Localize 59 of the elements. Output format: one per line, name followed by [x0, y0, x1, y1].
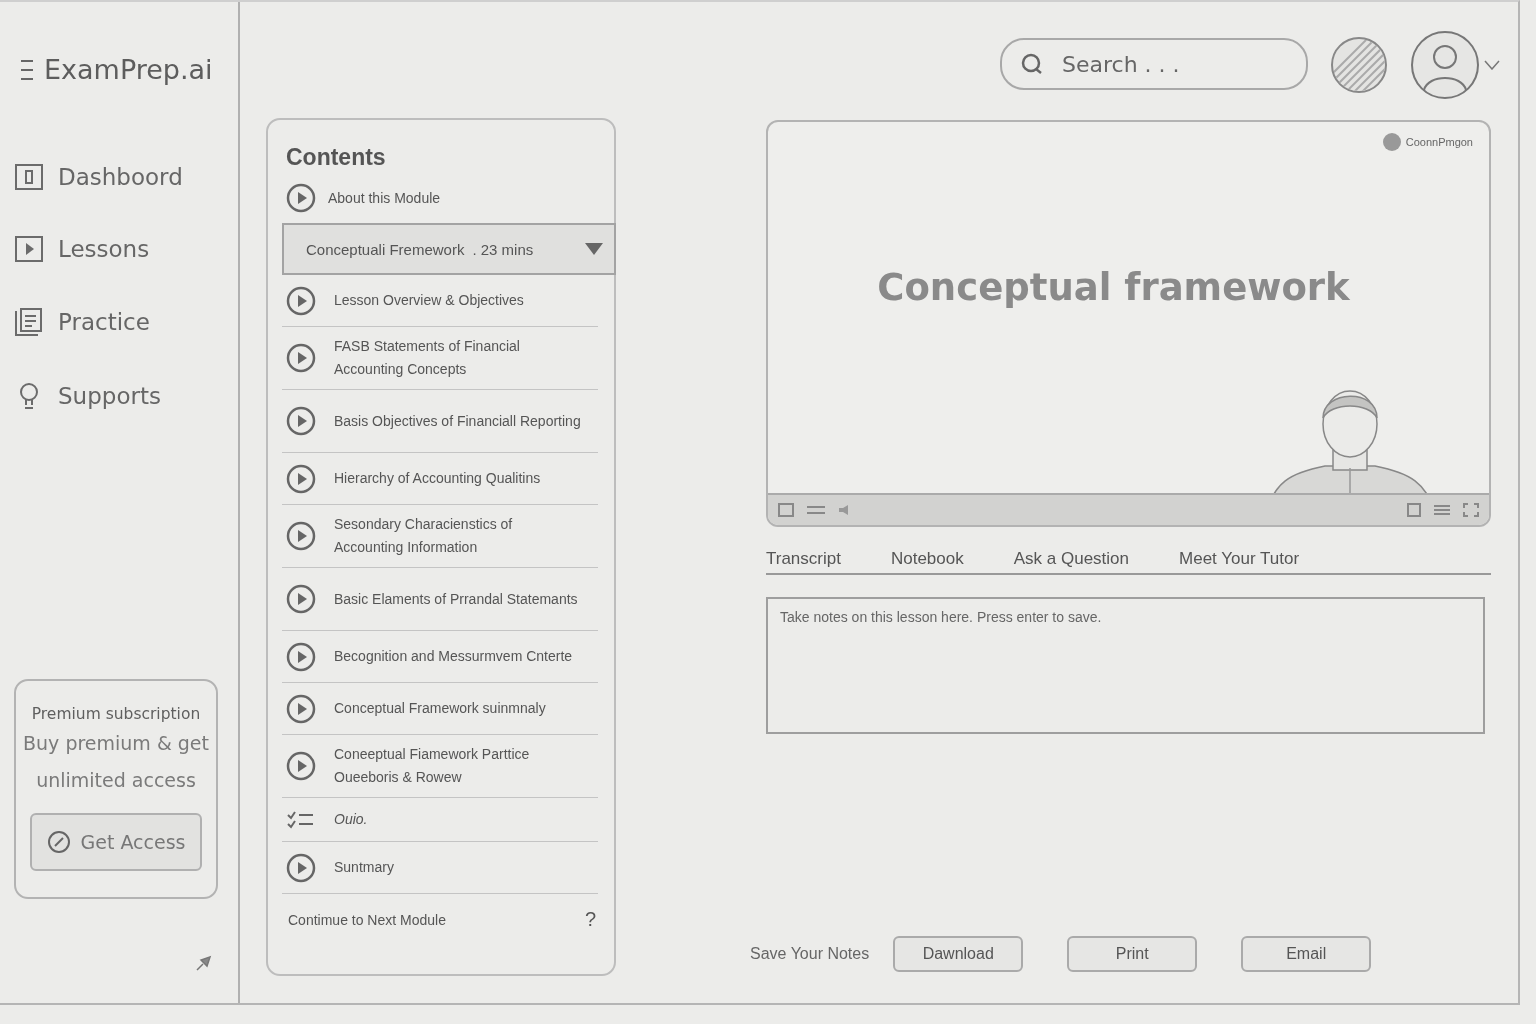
- lesson-item[interactable]: Sesondary Characienstics of Accounting Information: [282, 505, 598, 568]
- play-icon: [286, 521, 316, 551]
- save-option-button[interactable]: Email: [1241, 936, 1372, 972]
- tab[interactable]: Transcript: [766, 549, 841, 569]
- menu-icon[interactable]: [20, 57, 34, 82]
- lesson-item[interactable]: Conceptual Framework suinmnaly: [282, 683, 598, 735]
- section-header[interactable]: Conceptuali Fremework . 23 mins: [282, 223, 616, 275]
- save-notes-label: Save Your Notes: [750, 945, 870, 963]
- quiz-item[interactable]: Ouio.: [282, 798, 598, 842]
- save-option-button[interactable]: Dawnload: [893, 936, 1024, 972]
- play-icon: [286, 584, 316, 614]
- lesson-item[interactable]: Basic Elaments of Prrandal Statemants: [282, 568, 598, 631]
- play-icon: [286, 852, 316, 883]
- play-icon: [286, 641, 316, 672]
- channel-logo-icon: [1381, 132, 1402, 152]
- sidebar-item[interactable]: Lessons: [14, 235, 238, 263]
- chevron-down-icon[interactable]: [1484, 60, 1500, 70]
- avatar-icon[interactable]: [1410, 30, 1480, 100]
- get-access-button[interactable]: Get Access: [30, 813, 202, 871]
- next-module-link[interactable]: Contimue to Next Module: [288, 911, 446, 928]
- play-icon: [286, 463, 316, 494]
- play-square-icon: [14, 235, 44, 263]
- lesson-item[interactable]: About this Module: [282, 183, 614, 213]
- lesson-item[interactable]: Becognition and Messurmvem Cnterte: [282, 631, 598, 683]
- app-logo: ExamPrep.ai: [44, 54, 213, 85]
- bars-icon[interactable]: [806, 504, 826, 516]
- contents-title: Contents: [286, 144, 387, 171]
- play-icon: [286, 343, 316, 373]
- lesson-item[interactable]: Basis Objectives of Financiall Reporting: [282, 390, 598, 453]
- promo-title: Premium subscription: [31, 705, 201, 723]
- help-icon[interactable]: ?: [584, 908, 596, 931]
- fullscreen-icon[interactable]: [1463, 503, 1479, 517]
- search-field[interactable]: Search . . .: [1000, 38, 1308, 90]
- video-player[interactable]: Conceptual framework CoonnPmgon: [766, 120, 1491, 527]
- lesson-item[interactable]: Coneeptual Fiamework Parttice Oueeboris & Rowew: [282, 735, 598, 798]
- sidebar-item[interactable]: Dashboord: [14, 163, 238, 191]
- play-icon: [286, 693, 316, 724]
- slide-title: Conceptual framework: [877, 266, 1350, 309]
- dashboard-icon: [14, 163, 44, 191]
- notes-field[interactable]: Take notes on this lesson here. Press enter to save.: [766, 597, 1485, 734]
- play-icon: [286, 183, 316, 213]
- lesson-item[interactable]: FASB Statements of Financial Accounting Concepts: [282, 327, 598, 390]
- tab[interactable]: Notebook: [890, 549, 964, 569]
- sidebar-item[interactable]: Practice: [14, 307, 238, 337]
- play-icon: [286, 285, 316, 316]
- lesson-item[interactable]: Lesson Overview & Objectives: [282, 275, 598, 327]
- save-option-button[interactable]: Print: [1067, 936, 1198, 972]
- play-icon: [286, 406, 316, 436]
- play-icon: [286, 751, 316, 781]
- tab[interactable]: Ask a Question: [1013, 549, 1129, 569]
- lesson-item[interactable]: Hierarchy of Accounting Qualitins: [282, 453, 598, 505]
- tab[interactable]: Meet Your Tutor: [1179, 549, 1300, 569]
- sidebar-item[interactable]: Supports: [14, 381, 238, 411]
- checklist-icon: [286, 809, 316, 830]
- lesson-item[interactable]: Suntmary: [282, 842, 598, 894]
- search-icon: [1020, 52, 1044, 76]
- channel-name: CoonnPmgon: [1405, 136, 1473, 148]
- promo-text: Buy premium & get unlimited access: [22, 731, 210, 793]
- document-icon: [14, 307, 44, 337]
